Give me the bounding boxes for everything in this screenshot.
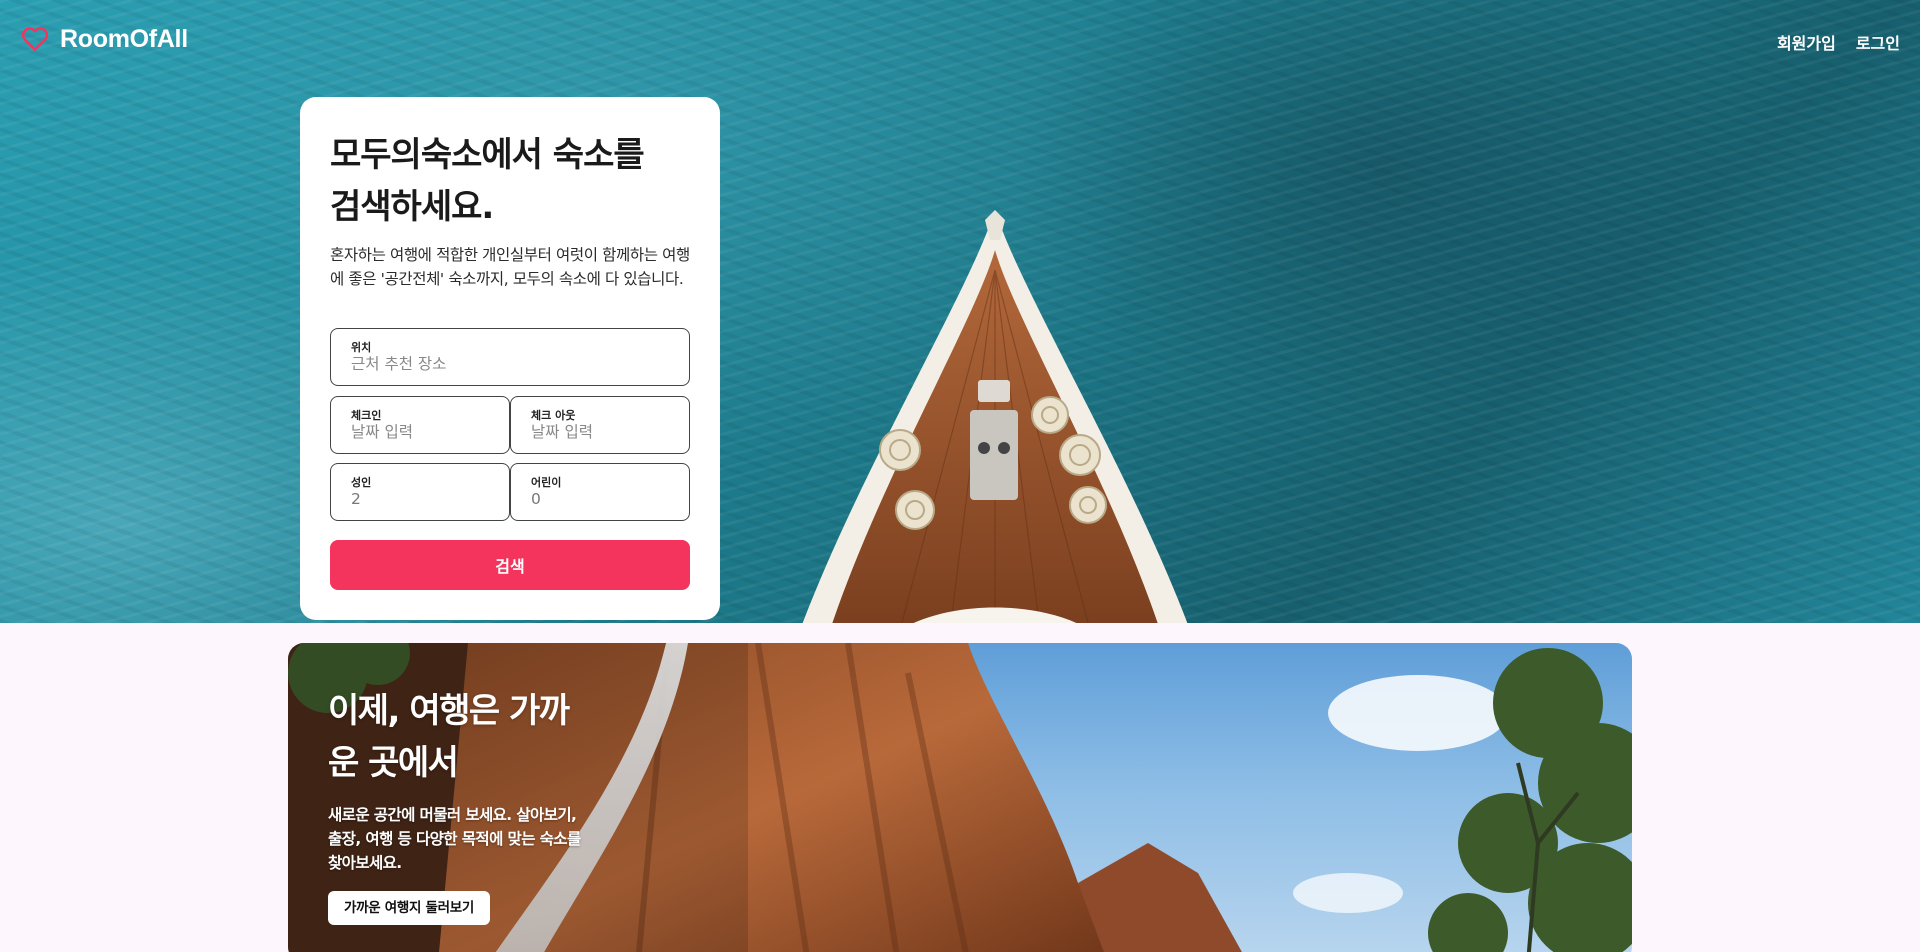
adults-label: 성인 [351, 476, 372, 489]
checkin-input[interactable] [351, 423, 499, 441]
brand-name: RoomOfAll [60, 24, 188, 53]
children-label: 어린이 [531, 476, 562, 489]
adults-field[interactable]: 성인 [330, 463, 510, 521]
checkout-label: 체크 아웃 [531, 409, 576, 422]
search-description: 혼자하는 여행에 적합한 개인실부터 여럿이 함께하는 여행에 좋은 '공간전체… [330, 246, 690, 288]
search-card: 모두의숙소에서 숙소를 검색하세요. 혼자하는 여행에 적합한 개인실부터 여럿… [300, 97, 720, 620]
checkin-field[interactable]: 체크인 [330, 396, 510, 454]
auth-links: 회원가입 로그인 [1777, 30, 1900, 54]
children-input[interactable] [531, 490, 679, 508]
explore-nearby-button[interactable]: 가까운 여행지 둘러보기 [328, 891, 490, 925]
promo-banner: 이제, 여행은 가까 운 곳에서 새로운 공간에 머물러 보세요. 살아보기, … [288, 643, 1632, 952]
signup-link[interactable]: 회원가입 [1777, 30, 1836, 54]
search-button[interactable]: 검색 [330, 540, 690, 590]
promo-title-line1: 이제, 여행은 가까 [328, 691, 570, 731]
children-field[interactable]: 어린이 [510, 463, 690, 521]
brand-logo[interactable]: RoomOfAll [20, 24, 188, 54]
location-label: 위치 [351, 341, 372, 354]
search-title: 모두의숙소에서 숙소를 검색하세요. [330, 129, 690, 233]
checkout-field[interactable]: 체크 아웃 [510, 396, 690, 454]
checkin-label: 체크인 [351, 409, 382, 422]
top-navbar: RoomOfAll 회원가입 로그인 [0, 0, 1920, 80]
location-input[interactable] [351, 355, 679, 373]
hero-section [0, 0, 1920, 623]
adults-input[interactable] [351, 490, 499, 508]
promo-title: 이제, 여행은 가까 운 곳에서 [328, 685, 588, 789]
login-link[interactable]: 로그인 [1856, 30, 1900, 54]
boat-image [802, 210, 1188, 623]
search-title-line1: 모두의숙소에서 숙소를 [330, 135, 645, 175]
location-field[interactable]: 위치 [330, 328, 690, 386]
checkout-input[interactable] [531, 423, 679, 441]
promo-content: 이제, 여행은 가까 운 곳에서 새로운 공간에 머물러 보세요. 살아보기, … [328, 685, 588, 925]
search-title-line2: 검색하세요. [330, 187, 494, 227]
promo-title-line2: 운 곳에서 [328, 743, 459, 783]
promo-description: 새로운 공간에 머물러 보세요. 살아보기, 출장, 여행 등 다양한 목적에 … [328, 806, 581, 872]
heart-outline-icon [21, 27, 49, 51]
